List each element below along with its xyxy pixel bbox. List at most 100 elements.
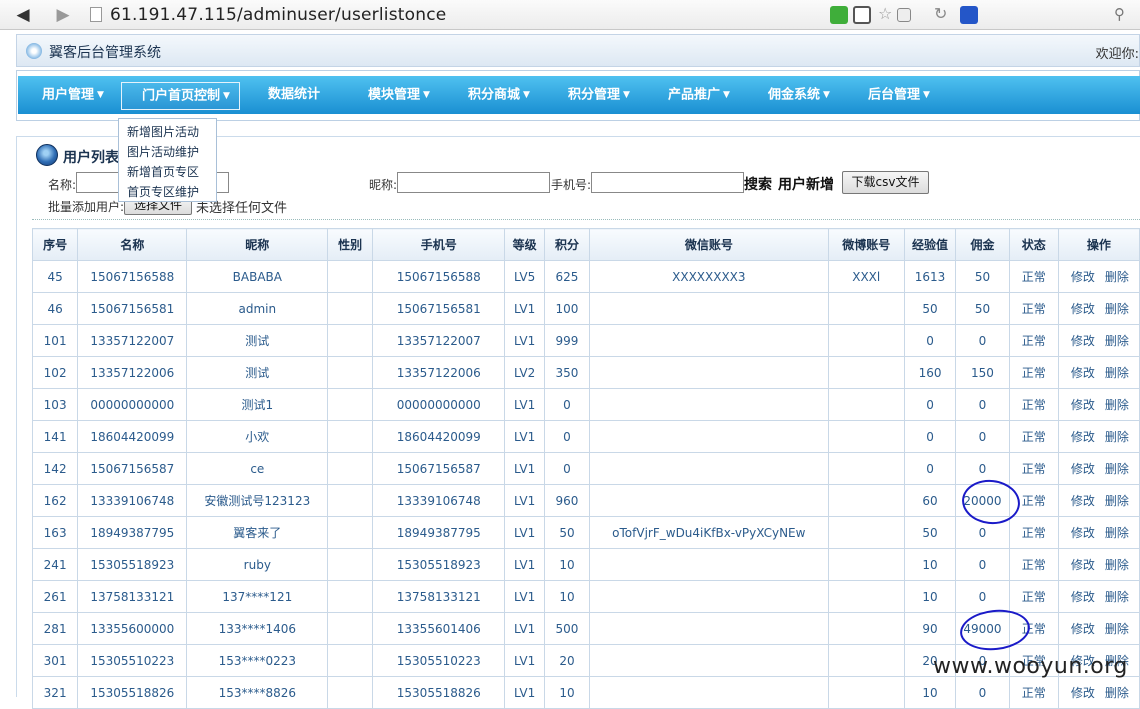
delete-link[interactable]: 删除 bbox=[1105, 302, 1129, 316]
back-icon[interactable]: ◀ bbox=[12, 4, 34, 26]
actions-cell: 修改 删除 bbox=[1057, 356, 1140, 389]
nav-item-user-management[interactable]: 用户管理 ▼ bbox=[42, 76, 104, 114]
refresh-icon[interactable]: ↻ bbox=[934, 4, 947, 23]
edit-link[interactable]: 修改 bbox=[1071, 334, 1095, 348]
delete-link[interactable]: 删除 bbox=[1105, 494, 1129, 508]
nav-item-portal-home[interactable]: 门户首页控制 ▼ bbox=[121, 82, 240, 110]
forward-icon[interactable]: ▶ bbox=[52, 4, 74, 26]
edit-link[interactable]: 修改 bbox=[1071, 558, 1095, 572]
qr-icon[interactable] bbox=[897, 8, 911, 22]
edit-link[interactable]: 修改 bbox=[1071, 686, 1095, 700]
star-icon[interactable]: ☆ bbox=[878, 4, 892, 23]
delete-link[interactable]: 删除 bbox=[1105, 590, 1129, 604]
table-row: 141 18604420099 小欢 18604420099 LV1 0 0 0 正常 修改 删除 bbox=[31, 420, 1140, 453]
extension-icon[interactable] bbox=[830, 6, 848, 24]
table-cell: 翼客来了 bbox=[186, 516, 329, 549]
edit-link[interactable]: 修改 bbox=[1071, 398, 1095, 412]
dropdown-item-add-home-zone[interactable]: 新增首页专区 bbox=[127, 163, 199, 180]
nav-item-points-mall[interactable]: 积分商城 ▼ bbox=[468, 76, 530, 114]
table-cell: 141 bbox=[31, 420, 79, 453]
phone-input[interactable] bbox=[591, 172, 744, 193]
column-header: 状态 bbox=[1008, 228, 1059, 261]
delete-link[interactable]: 删除 bbox=[1105, 686, 1129, 700]
table-row: 321 15305518826 153****8826 15305518826 LV1 1… bbox=[31, 676, 1140, 709]
address-bar[interactable]: 61.191.47.115/adminuser/userlistonce bbox=[110, 5, 446, 25]
bulk-add-label: 批量添加用户: bbox=[48, 200, 125, 214]
table-cell: 45 bbox=[31, 260, 79, 293]
table-cell: 0 bbox=[543, 388, 591, 421]
nav-item-module-management[interactable]: 模块管理 ▼ bbox=[368, 76, 430, 114]
add-user-link[interactable]: 用户新增 bbox=[778, 174, 834, 194]
delete-link[interactable]: 删除 bbox=[1105, 334, 1129, 348]
search-icon[interactable]: ⚲ bbox=[1114, 5, 1125, 23]
table-cell bbox=[827, 580, 905, 613]
table-cell: admin bbox=[186, 292, 329, 325]
table-cell: 0 bbox=[955, 548, 1010, 581]
nav-item-data-stats[interactable]: 数据统计 bbox=[268, 76, 320, 114]
table-cell: 0 bbox=[955, 580, 1010, 613]
dropdown-item-add-image-activity[interactable]: 新增图片活动 bbox=[127, 123, 199, 140]
search-engine-icon[interactable] bbox=[960, 6, 978, 24]
edit-link[interactable]: 修改 bbox=[1071, 366, 1095, 380]
edit-link[interactable]: 修改 bbox=[1071, 430, 1095, 444]
delete-link[interactable]: 删除 bbox=[1105, 558, 1129, 572]
table-cell bbox=[327, 484, 374, 517]
blocked-popup-icon[interactable] bbox=[853, 6, 871, 24]
delete-link[interactable]: 删除 bbox=[1105, 366, 1129, 380]
caret-down-icon: ▼ bbox=[97, 90, 104, 100]
download-csv-button[interactable]: 下载csv文件 bbox=[842, 171, 929, 194]
nickname-input[interactable] bbox=[397, 172, 550, 193]
nav-item-product-promo[interactable]: 产品推广 ▼ bbox=[668, 76, 730, 114]
column-header: 昵称 bbox=[186, 228, 329, 261]
delete-link[interactable]: 删除 bbox=[1105, 430, 1129, 444]
table-cell: 测试 bbox=[186, 324, 329, 357]
table-cell: LV1 bbox=[504, 484, 545, 517]
table-cell bbox=[589, 580, 829, 613]
table-cell bbox=[827, 388, 905, 421]
edit-link[interactable]: 修改 bbox=[1071, 494, 1095, 508]
nav-item-commission[interactable]: 佣金系统 ▼ bbox=[768, 76, 830, 114]
table-cell: 15305518826 bbox=[77, 676, 188, 709]
delete-link[interactable]: 删除 bbox=[1105, 622, 1129, 636]
table-cell: 137****121 bbox=[186, 580, 329, 613]
table-cell: 500 bbox=[543, 612, 591, 645]
actions-cell: 修改 删除 bbox=[1057, 324, 1140, 357]
nav-item-admin[interactable]: 后台管理 ▼ bbox=[868, 76, 930, 114]
actions-cell: 修改 删除 bbox=[1057, 580, 1140, 613]
table-cell: 10 bbox=[543, 580, 591, 613]
edit-link[interactable]: 修改 bbox=[1071, 302, 1095, 316]
table-cell: 50 bbox=[543, 516, 591, 549]
table-cell: 0 bbox=[955, 420, 1010, 453]
nav-item-points-management[interactable]: 积分管理 ▼ bbox=[568, 76, 630, 114]
dropdown-item-image-activity-maintenance[interactable]: 图片活动维护 bbox=[127, 143, 199, 160]
edit-link[interactable]: 修改 bbox=[1071, 590, 1095, 604]
delete-link[interactable]: 删除 bbox=[1105, 398, 1129, 412]
table-cell: LV1 bbox=[504, 324, 545, 357]
table-cell bbox=[327, 612, 374, 645]
table-cell: 18604420099 bbox=[372, 420, 506, 453]
table-cell: oTofVjrF_wDu4iKfBx-vPyXCyNEw bbox=[589, 516, 829, 549]
section-title: 用户列表 bbox=[63, 150, 119, 166]
table-cell bbox=[327, 580, 374, 613]
edit-link[interactable]: 修改 bbox=[1071, 622, 1095, 636]
list-icon bbox=[36, 144, 58, 166]
search-link[interactable]: 搜索 bbox=[744, 174, 772, 194]
delete-link[interactable]: 删除 bbox=[1105, 270, 1129, 284]
table-cell bbox=[327, 356, 374, 389]
table-cell: 测试1 bbox=[186, 388, 329, 421]
table-cell: 13357122006 bbox=[372, 356, 506, 389]
edit-link[interactable]: 修改 bbox=[1071, 270, 1095, 284]
edit-link[interactable]: 修改 bbox=[1071, 462, 1095, 476]
edit-link[interactable]: 修改 bbox=[1071, 526, 1095, 540]
table-cell bbox=[327, 388, 374, 421]
delete-link[interactable]: 删除 bbox=[1105, 526, 1129, 540]
table-cell: LV5 bbox=[504, 260, 545, 293]
table-cell: 15305510223 bbox=[372, 644, 506, 677]
column-header: 手机号 bbox=[372, 228, 506, 261]
table-cell: 0 bbox=[543, 420, 591, 453]
delete-link[interactable]: 删除 bbox=[1105, 462, 1129, 476]
table-cell: 50 bbox=[955, 292, 1010, 325]
table-cell: 0 bbox=[543, 452, 591, 485]
dropdown-item-home-zone-maintenance[interactable]: 首页专区维护 bbox=[127, 183, 199, 200]
table-cell: BABABA bbox=[186, 260, 329, 293]
